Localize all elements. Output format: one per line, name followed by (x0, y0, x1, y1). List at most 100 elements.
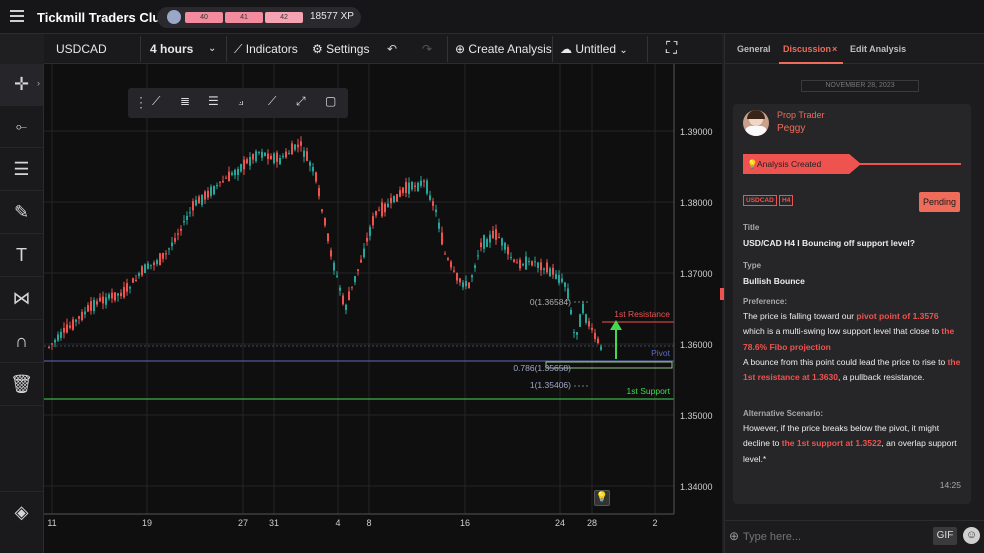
candle-body (561, 278, 563, 282)
text-tool-icon[interactable]: T (0, 235, 43, 277)
support-label: 1st Support (627, 386, 671, 396)
candle-body (483, 235, 485, 249)
chevron-right-icon[interactable]: › (37, 78, 40, 88)
divider (226, 36, 227, 62)
layout-name: Untitled (575, 42, 617, 56)
event-banner: 💡 Analysis Created (743, 154, 861, 174)
ray-icon[interactable]: ⟋ (268, 94, 276, 109)
x-tick-label: 28 (587, 518, 597, 528)
create-analysis-button[interactable]: ⊕ Create Analysis (455, 34, 552, 64)
rank-badge-icon (167, 10, 181, 24)
candle-body (279, 158, 281, 165)
fib-retracement-icon[interactable]: ≣ (180, 94, 190, 108)
trash-icon[interactable]: 🗑 (0, 364, 43, 406)
candle-body (384, 203, 386, 213)
gif-button[interactable]: GIF (933, 527, 957, 545)
candle-body (336, 275, 338, 277)
line-tool-icon[interactable]: ⟋ (152, 94, 160, 109)
lightbulb-icon[interactable]: 💡 (594, 490, 610, 506)
drag-handle-icon[interactable]: ⋮ (134, 94, 148, 111)
indicators-button[interactable]: ⟋ Indicators (234, 34, 298, 64)
fib-tool-icon[interactable]: ☰ (0, 149, 43, 191)
candle-body (438, 222, 440, 229)
candle-body (492, 230, 494, 239)
close-icon[interactable]: × (832, 44, 837, 54)
settings-button[interactable]: ⚙ Settings (312, 34, 369, 64)
y-tick-label: 1.39000 (680, 127, 713, 137)
candle-body (258, 151, 260, 153)
chevron-down-icon[interactable]: ⌄ (208, 34, 216, 64)
candle-body (111, 292, 113, 299)
emoji-icon[interactable]: ☺ (963, 527, 980, 544)
candle-body (108, 294, 110, 299)
candle-body (78, 316, 80, 319)
candle-body (171, 242, 173, 247)
candle-body (555, 274, 557, 279)
preference-label: Preference: (743, 297, 788, 306)
candle-body (591, 327, 593, 331)
candle-body (360, 259, 362, 263)
pitchfork-icon[interactable]: ⟓ (238, 94, 244, 109)
candle-body (216, 185, 218, 187)
candle-body (129, 287, 131, 289)
candle-body (444, 253, 446, 255)
candle-body (138, 273, 140, 276)
x-tick-label: 16 (460, 518, 470, 528)
symbol-selector[interactable]: USDCAD (56, 34, 107, 64)
xp-total: 18577 XP (310, 11, 354, 22)
candle-body (447, 258, 449, 260)
pattern-tool-icon[interactable]: ⋈ (0, 278, 43, 320)
candle-body (357, 269, 359, 271)
candle-body (90, 301, 92, 311)
candle-body (402, 187, 404, 193)
candle-body (513, 259, 515, 262)
candle-body (93, 299, 95, 312)
chart-canvas[interactable]: 1st Resistance Pivot 1st Support 0(1.36584)… (44, 64, 722, 553)
rectangle-tool-icon[interactable]: ▢ (325, 94, 336, 108)
lightbulb-icon: 💡 (747, 159, 758, 169)
candle-body (546, 262, 548, 273)
candle-body (330, 250, 332, 257)
divider (647, 36, 648, 62)
author-name[interactable]: Peggy (777, 123, 805, 134)
candle-body (153, 262, 155, 265)
tab-general[interactable]: General (737, 44, 771, 54)
candle-body (501, 238, 503, 246)
candle-body (414, 185, 416, 188)
candle-body (459, 278, 461, 283)
arrow-tool-icon[interactable]: ⤢ (296, 94, 306, 109)
fib-extension-icon[interactable]: ☰ (208, 94, 219, 108)
candle-body (63, 328, 65, 333)
magnet-icon[interactable]: ∩ (0, 321, 43, 363)
y-tick-label: 1.37000 (680, 269, 713, 279)
message-input[interactable] (743, 527, 923, 547)
plus-circle-icon[interactable]: ⊕ (729, 529, 739, 543)
candle-body (66, 324, 68, 333)
candle-body (456, 272, 458, 281)
layers-icon[interactable]: ◈ (0, 491, 43, 533)
panel-resize-handle[interactable] (720, 288, 724, 300)
candle-body (411, 181, 413, 190)
brush-tool-icon[interactable]: ✎ (0, 192, 43, 234)
candle-body (582, 303, 584, 314)
chevron-down-icon: ⌄ (619, 45, 628, 56)
redo-icon[interactable]: ↷ (422, 34, 432, 64)
trendline-tool-icon[interactable]: ⟜ (0, 106, 43, 148)
tab-edit-analysis[interactable]: Edit Analysis (850, 44, 906, 54)
candle-body (429, 195, 431, 200)
tab-discussion[interactable]: Discussion (783, 44, 831, 54)
timeframe-selector[interactable]: 4 hours (150, 34, 193, 64)
layout-selector[interactable]: ☁ Untitled ⌄ (560, 34, 628, 64)
candle-body (477, 255, 479, 257)
candle-body (573, 331, 575, 333)
fullscreen-icon[interactable]: ⛶ (666, 34, 677, 64)
undo-icon[interactable]: ↶ (387, 34, 397, 64)
candle-body (246, 159, 248, 164)
candle-body (270, 155, 272, 160)
candle-body (378, 209, 380, 211)
menu-icon[interactable] (10, 10, 24, 22)
candle-body (81, 311, 83, 321)
candle-body (495, 229, 497, 240)
price-chart[interactable]: 1st Resistance Pivot 1st Support 0(1.36584)… (44, 64, 722, 553)
candle-body (177, 233, 179, 235)
